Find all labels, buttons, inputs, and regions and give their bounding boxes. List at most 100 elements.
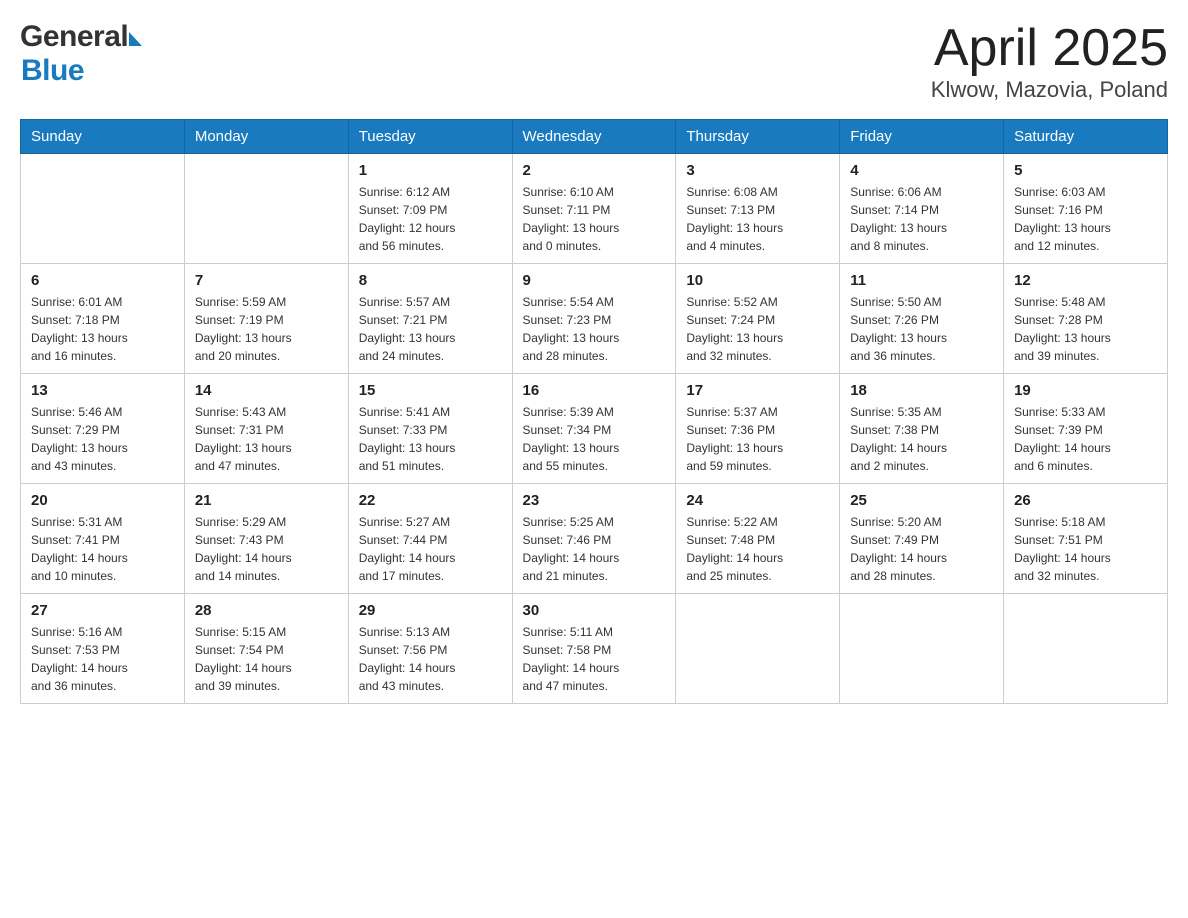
calendar-cell: 18 Sunrise: 5:35 AMSunset: 7:38 PMDayligh… [840,374,1004,484]
calendar-cell: 20 Sunrise: 5:31 AMSunset: 7:41 PMDayligh… [21,484,185,594]
day-info: Sunrise: 5:15 AMSunset: 7:54 PMDaylight:… [195,623,338,695]
day-number: 3 [686,162,829,179]
calendar-cell: 11 Sunrise: 5:50 AMSunset: 7:26 PMDayligh… [840,264,1004,374]
calendar-cell: 19 Sunrise: 5:33 AMSunset: 7:39 PMDayligh… [1004,374,1168,484]
day-info: Sunrise: 5:31 AMSunset: 7:41 PMDaylight:… [31,513,174,585]
calendar-cell: 16Sunrise: 5:39 AMSunset: 7:34 PMDayligh… [512,374,676,484]
day-number: 23 [523,492,666,509]
day-info: Sunrise: 5:33 AMSunset: 7:39 PMDaylight:… [1014,403,1157,475]
day-info: Sunrise: 5:41 AMSunset: 7:33 PMDaylight:… [359,403,502,475]
calendar-cell: 25Sunrise: 5:20 AMSunset: 7:49 PMDayligh… [840,484,1004,594]
calendar-week-row: 6 Sunrise: 6:01 AMSunset: 7:18 PMDaylight… [21,264,1168,374]
calendar-day-header: Tuesday [348,120,512,154]
logo-arrow-icon [129,32,142,46]
day-number: 20 [31,492,174,509]
page-header: General Blue April 2025 Klwow, Mazovia, … [20,20,1168,103]
calendar-cell [21,154,185,264]
day-info: Sunrise: 5:35 AMSunset: 7:38 PMDaylight:… [850,403,993,475]
day-info: Sunrise: 5:46 AMSunset: 7:29 PMDaylight:… [31,403,174,475]
day-number: 7 [195,272,338,289]
calendar-cell [676,594,840,704]
calendar-cell: 21Sunrise: 5:29 AMSunset: 7:43 PMDayligh… [184,484,348,594]
calendar-table: SundayMondayTuesdayWednesdayThursdayFrid… [20,119,1168,704]
calendar-week-row: 1Sunrise: 6:12 AMSunset: 7:09 PMDaylight… [21,154,1168,264]
day-number: 28 [195,602,338,619]
logo: General Blue [20,20,142,88]
day-info: Sunrise: 5:59 AMSunset: 7:19 PMDaylight:… [195,293,338,365]
calendar-cell: 7 Sunrise: 5:59 AMSunset: 7:19 PMDaylight… [184,264,348,374]
calendar-day-header: Saturday [1004,120,1168,154]
day-number: 30 [523,602,666,619]
calendar-cell: 22Sunrise: 5:27 AMSunset: 7:44 PMDayligh… [348,484,512,594]
day-info: Sunrise: 5:54 AMSunset: 7:23 PMDaylight:… [523,293,666,365]
day-number: 27 [31,602,174,619]
day-info: Sunrise: 5:48 AMSunset: 7:28 PMDaylight:… [1014,293,1157,365]
day-info: Sunrise: 5:50 AMSunset: 7:26 PMDaylight:… [850,293,993,365]
calendar-day-header: Friday [840,120,1004,154]
calendar-cell: 29Sunrise: 5:13 AMSunset: 7:56 PMDayligh… [348,594,512,704]
calendar-cell: 14 Sunrise: 5:43 AMSunset: 7:31 PMDayligh… [184,374,348,484]
day-number: 18 [850,382,993,399]
calendar-day-header: Monday [184,120,348,154]
calendar-cell: 13 Sunrise: 5:46 AMSunset: 7:29 PMDayligh… [21,374,185,484]
day-info: Sunrise: 6:03 AMSunset: 7:16 PMDaylight:… [1014,183,1157,255]
calendar-week-row: 13 Sunrise: 5:46 AMSunset: 7:29 PMDayligh… [21,374,1168,484]
day-number: 24 [686,492,829,509]
day-info: Sunrise: 5:57 AMSunset: 7:21 PMDaylight:… [359,293,502,365]
day-number: 25 [850,492,993,509]
calendar-cell [1004,594,1168,704]
day-number: 6 [31,272,174,289]
day-info: Sunrise: 6:01 AMSunset: 7:18 PMDaylight:… [31,293,174,365]
day-number: 13 [31,382,174,399]
day-info: Sunrise: 5:37 AMSunset: 7:36 PMDaylight:… [686,403,829,475]
day-number: 5 [1014,162,1157,179]
day-number: 10 [686,272,829,289]
calendar-cell: 15 Sunrise: 5:41 AMSunset: 7:33 PMDayligh… [348,374,512,484]
calendar-header-row: SundayMondayTuesdayWednesdayThursdayFrid… [21,120,1168,154]
day-info: Sunrise: 5:43 AMSunset: 7:31 PMDaylight:… [195,403,338,475]
day-info: Sunrise: 5:16 AMSunset: 7:53 PMDaylight:… [31,623,174,695]
day-number: 22 [359,492,502,509]
calendar-subtitle: Klwow, Mazovia, Poland [931,77,1168,103]
day-number: 17 [686,382,829,399]
logo-blue-text: Blue [21,54,84,87]
day-number: 14 [195,382,338,399]
day-info: Sunrise: 6:08 AMSunset: 7:13 PMDaylight:… [686,183,829,255]
calendar-day-header: Thursday [676,120,840,154]
day-info: Sunrise: 5:25 AMSunset: 7:46 PMDaylight:… [523,513,666,585]
calendar-cell: 9Sunrise: 5:54 AMSunset: 7:23 PMDaylight… [512,264,676,374]
day-info: Sunrise: 5:11 AMSunset: 7:58 PMDaylight:… [523,623,666,695]
calendar-cell: 5 Sunrise: 6:03 AMSunset: 7:16 PMDaylight… [1004,154,1168,264]
day-number: 21 [195,492,338,509]
day-number: 11 [850,272,993,289]
calendar-cell: 17 Sunrise: 5:37 AMSunset: 7:36 PMDayligh… [676,374,840,484]
day-number: 16 [523,382,666,399]
day-number: 8 [359,272,502,289]
calendar-cell: 30 Sunrise: 5:11 AMSunset: 7:58 PMDayligh… [512,594,676,704]
calendar-day-header: Sunday [21,120,185,154]
day-number: 19 [1014,382,1157,399]
calendar-cell: 3 Sunrise: 6:08 AMSunset: 7:13 PMDaylight… [676,154,840,264]
calendar-week-row: 20 Sunrise: 5:31 AMSunset: 7:41 PMDayligh… [21,484,1168,594]
day-info: Sunrise: 5:22 AMSunset: 7:48 PMDaylight:… [686,513,829,585]
calendar-cell: 27 Sunrise: 5:16 AMSunset: 7:53 PMDayligh… [21,594,185,704]
calendar-cell: 10Sunrise: 5:52 AMSunset: 7:24 PMDayligh… [676,264,840,374]
day-number: 12 [1014,272,1157,289]
calendar-cell [184,154,348,264]
calendar-week-row: 27 Sunrise: 5:16 AMSunset: 7:53 PMDayligh… [21,594,1168,704]
calendar-title: April 2025 [931,20,1168,77]
title-block: April 2025 Klwow, Mazovia, Poland [931,20,1168,103]
calendar-cell: 2Sunrise: 6:10 AMSunset: 7:11 PMDaylight… [512,154,676,264]
calendar-cell: 26 Sunrise: 5:18 AMSunset: 7:51 PMDayligh… [1004,484,1168,594]
day-number: 15 [359,382,502,399]
calendar-cell: 8 Sunrise: 5:57 AMSunset: 7:21 PMDaylight… [348,264,512,374]
day-number: 1 [359,162,502,179]
day-info: Sunrise: 5:18 AMSunset: 7:51 PMDaylight:… [1014,513,1157,585]
day-info: Sunrise: 6:06 AMSunset: 7:14 PMDaylight:… [850,183,993,255]
calendar-cell [840,594,1004,704]
day-number: 4 [850,162,993,179]
calendar-day-header: Wednesday [512,120,676,154]
calendar-cell: 6 Sunrise: 6:01 AMSunset: 7:18 PMDaylight… [21,264,185,374]
calendar-cell: 23 Sunrise: 5:25 AMSunset: 7:46 PMDayligh… [512,484,676,594]
day-number: 26 [1014,492,1157,509]
